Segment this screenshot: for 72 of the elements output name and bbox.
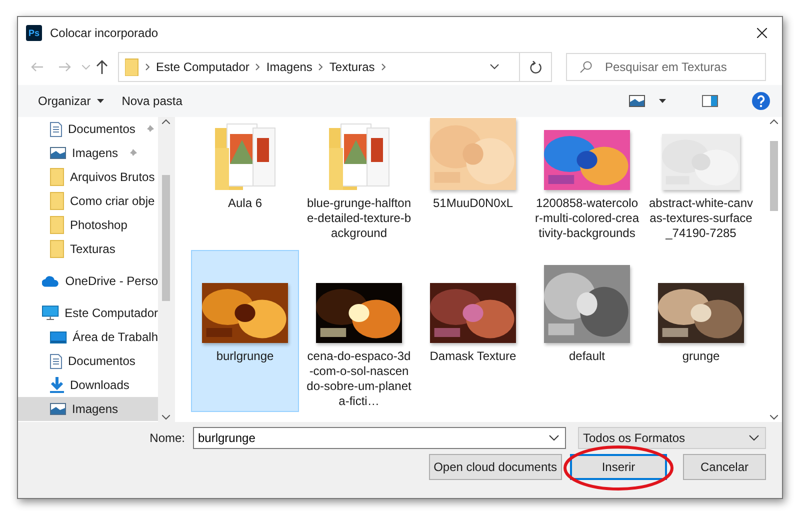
sidebar-item[interactable]: Photoshop bbox=[18, 213, 158, 237]
chevron-down-icon bbox=[749, 435, 759, 441]
sidebar-item[interactable]: Este Computador bbox=[18, 301, 158, 325]
scroll-down-icon[interactable] bbox=[770, 415, 778, 420]
folder-icon bbox=[50, 192, 64, 210]
dialog-button[interactable]: Open cloud documents bbox=[428, 454, 562, 480]
file-item[interactable]: grunge bbox=[647, 250, 755, 412]
file-item[interactable]: abstract-white-canvas-textures-surface_74190-7285 bbox=[647, 117, 755, 244]
sidebar-item[interactable]: Como criar obje bbox=[18, 189, 158, 213]
breadcrumb[interactable]: Este Computador bbox=[156, 60, 250, 74]
scroll-down-icon[interactable] bbox=[162, 415, 170, 420]
sidebar-item[interactable]: Arquivos Brutos bbox=[18, 165, 158, 189]
file-item[interactable]: 1200858-watercolor-multi-colored-creativity-backgrounds bbox=[533, 117, 641, 244]
sidebar-item[interactable]: Área de Trabalh bbox=[18, 325, 158, 349]
preview-pane-icon[interactable] bbox=[702, 95, 718, 107]
computer-icon bbox=[42, 305, 59, 321]
document-icon bbox=[50, 122, 62, 136]
breadcrumb[interactable]: Texturas bbox=[329, 60, 375, 74]
chevron-down-icon bbox=[549, 435, 559, 441]
file-item[interactable]: default bbox=[533, 250, 641, 412]
picture-icon bbox=[50, 147, 66, 159]
breadcrumb[interactable]: Imagens bbox=[266, 60, 312, 74]
file-item[interactable]: Damask Texture bbox=[419, 250, 527, 412]
folder-icon bbox=[50, 168, 64, 186]
search-field[interactable]: Pesquisar em Texturas bbox=[566, 53, 766, 81]
desktop-icon bbox=[50, 330, 67, 344]
file-item[interactable]: 51MuuD0N0xL bbox=[419, 117, 527, 244]
sidebar-item[interactable]: Downloads bbox=[18, 373, 158, 397]
file-name-field[interactable]: burlgrunge bbox=[193, 427, 566, 449]
cloud-icon bbox=[42, 276, 60, 286]
address-bar[interactable]: Este Computador Imagens Texturas bbox=[118, 52, 520, 82]
file-item[interactable]: cena-do-espaco-3d-com-o-sol-nascendo-sobre-um-planeta-ficti… bbox=[305, 250, 413, 412]
chevron-down-icon[interactable] bbox=[490, 64, 499, 70]
folder-icon bbox=[50, 216, 64, 234]
search-icon bbox=[580, 61, 592, 73]
toolbar-button[interactable]: Organizar bbox=[36, 90, 106, 112]
download-icon bbox=[50, 377, 64, 393]
chevron-right-icon bbox=[318, 63, 324, 71]
folder-icon bbox=[125, 58, 139, 76]
chevron-right-icon bbox=[145, 63, 150, 71]
toolbar-button[interactable]: Nova pasta bbox=[120, 90, 184, 112]
view-icon[interactable] bbox=[629, 95, 645, 107]
sidebar-item[interactable]: Imagens bbox=[18, 397, 158, 421]
app-logo: Ps bbox=[26, 25, 42, 41]
caret-icon bbox=[96, 99, 104, 103]
help-icon[interactable] bbox=[752, 92, 770, 110]
close-icon[interactable] bbox=[757, 28, 767, 38]
field-label: Nome: bbox=[150, 431, 185, 445]
dialog-button[interactable]: Inserir bbox=[570, 454, 667, 480]
file-item[interactable]: burlgrunge bbox=[191, 250, 299, 412]
sidebar-item[interactable]: Imagens bbox=[18, 141, 158, 165]
up-arrow-icon[interactable] bbox=[96, 60, 108, 74]
caret-icon[interactable] bbox=[659, 99, 666, 103]
picture-icon bbox=[50, 403, 66, 415]
scrollbar-thumb[interactable] bbox=[162, 175, 170, 301]
scroll-up-icon[interactable] bbox=[162, 119, 170, 124]
sidebar-item[interactable]: Documentos bbox=[18, 349, 158, 373]
sidebar-item[interactable]: Texturas bbox=[18, 237, 158, 261]
refresh-icon[interactable] bbox=[530, 60, 542, 74]
chevron-right-icon bbox=[255, 63, 260, 71]
folder-icon bbox=[50, 240, 64, 258]
window-title: Colocar incorporado bbox=[50, 26, 160, 40]
file-item[interactable]: blue-grunge-halftone-detailed-texture-background bbox=[305, 117, 413, 244]
file-item[interactable]: Aula 6 bbox=[191, 117, 299, 244]
document-icon bbox=[50, 354, 62, 368]
dialog-button[interactable]: Cancelar bbox=[683, 454, 766, 480]
file-type-dropdown[interactable]: Todos os Formatos bbox=[578, 427, 766, 449]
sidebar-item[interactable]: Documentos bbox=[18, 117, 158, 141]
chevron-right-icon bbox=[380, 63, 386, 71]
sidebar-item[interactable]: OneDrive - Perso bbox=[18, 269, 158, 293]
scrollbar-thumb[interactable] bbox=[770, 141, 778, 211]
scroll-up-icon[interactable] bbox=[770, 119, 778, 124]
